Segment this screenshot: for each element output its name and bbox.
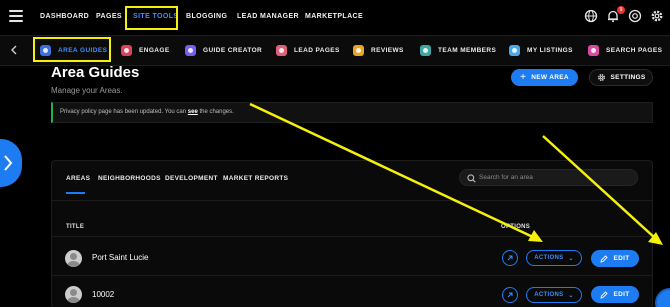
subnav-guide-creator[interactable]: GUIDE CREATOR xyxy=(185,43,262,57)
page-title: Area Guides xyxy=(51,64,140,81)
notice-banner: Privacy policy page has been updated. Yo… xyxy=(51,102,653,123)
search-pages-icon xyxy=(588,44,599,56)
area-avatar xyxy=(65,286,82,303)
actions-dropdown[interactable]: ACTIONS ⌄ xyxy=(526,287,582,303)
column-options: OPTIONS xyxy=(501,224,531,230)
nav-blogging[interactable]: BLOGGING xyxy=(186,13,227,20)
nav-lead-manager[interactable]: LEAD MANAGER xyxy=(237,13,299,20)
divider xyxy=(51,275,653,276)
side-panel-toggle[interactable] xyxy=(0,139,22,187)
divider xyxy=(51,236,653,237)
engage-icon xyxy=(121,44,132,56)
pencil-icon xyxy=(600,254,609,263)
notification-badge: 9 xyxy=(617,6,625,14)
column-title: TITLE xyxy=(66,224,85,230)
pencil-icon xyxy=(600,290,609,299)
tab-market-reports[interactable]: MARKET REPORTS xyxy=(223,175,288,182)
chevron-down-icon: ⌄ xyxy=(568,255,574,262)
gear-icon[interactable] xyxy=(650,9,664,23)
active-tab-indicator xyxy=(66,192,85,194)
nav-dashboard[interactable]: DASHBOARD xyxy=(40,13,89,20)
new-area-button[interactable]: + NEW AREA xyxy=(511,69,578,86)
menu-icon[interactable] xyxy=(9,10,23,22)
search-box xyxy=(459,169,638,186)
globe-icon[interactable] xyxy=(584,9,598,23)
subnav-lead-pages[interactable]: LEAD PAGES xyxy=(276,43,340,57)
divider xyxy=(51,200,653,201)
page-subtitle: Manage your Areas. xyxy=(51,86,123,95)
highlight-site-tools xyxy=(125,6,178,30)
area-avatar xyxy=(65,250,82,267)
reviews-icon xyxy=(353,44,364,56)
open-link-icon[interactable] xyxy=(502,287,518,303)
floating-action-button[interactable] xyxy=(655,288,670,307)
search-input[interactable] xyxy=(479,172,629,183)
chevron-down-icon: ⌄ xyxy=(568,292,574,299)
guide-creator-icon xyxy=(185,44,196,56)
highlight-area-guides xyxy=(33,37,111,62)
my-listings-icon xyxy=(509,44,520,56)
lead-pages-icon xyxy=(276,44,287,56)
tab-areas[interactable]: AREAS xyxy=(66,175,90,182)
nav-pages[interactable]: PAGES xyxy=(96,13,122,20)
nav-marketplace[interactable]: MARKETPLACE xyxy=(305,13,363,20)
area-title[interactable]: 10002 xyxy=(92,290,114,299)
subnav-reviews[interactable]: REVIEWS xyxy=(353,43,404,57)
tab-neighborhoods[interactable]: NEIGHBORHOODS xyxy=(98,175,161,182)
open-link-icon[interactable] xyxy=(502,250,518,266)
subnav-engage[interactable]: ENGAGE xyxy=(121,43,170,57)
support-icon[interactable] xyxy=(628,9,642,23)
search-icon xyxy=(467,174,476,183)
notice-see-link[interactable]: see xyxy=(188,109,198,115)
subnav-team-members[interactable]: TEAM MEMBERS xyxy=(420,43,496,57)
tab-development[interactable]: DEVELOPMENT xyxy=(165,175,218,182)
chevron-left-icon[interactable] xyxy=(10,45,18,55)
edit-button[interactable]: EDIT xyxy=(591,250,639,267)
subnav-my-listings[interactable]: MY LISTINGS xyxy=(509,43,573,57)
settings-button[interactable]: SETTINGS xyxy=(589,69,653,86)
chevron-right-icon xyxy=(4,155,13,171)
plus-icon: + xyxy=(520,72,527,83)
settings-gear-icon xyxy=(597,74,605,81)
actions-dropdown[interactable]: ACTIONS ⌄ xyxy=(526,250,582,266)
subnav-search-pages[interactable]: SEARCH PAGES xyxy=(588,43,662,57)
area-title[interactable]: Port Saint Lucie xyxy=(92,253,148,262)
team-members-icon xyxy=(420,44,431,56)
edit-button[interactable]: EDIT xyxy=(591,286,639,303)
